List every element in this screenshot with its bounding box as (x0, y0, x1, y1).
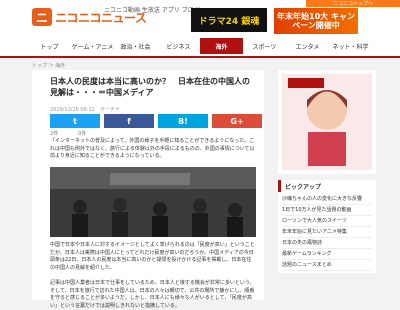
sidebar-ad[interactable] (278, 70, 376, 174)
google-share-button[interactable]: G+ (212, 114, 262, 128)
article: 日本人の民度は本当に高いのか？ 日本在住の中国人の見解は・・・＝中国メディア 2… (32, 70, 264, 309)
pickup-heading: ピックアップ (278, 180, 376, 192)
pickup-item[interactable]: 1日で10万人が見た話題の動画 (282, 205, 372, 216)
nav-tab-top[interactable]: トップ (28, 38, 71, 54)
breadcrumb[interactable]: トップ ＞ 海外 (32, 62, 65, 69)
hatena-share-button[interactable]: B! (158, 114, 208, 128)
article-paragraph: 記事は中国人業者は日本で仕事をしているため、日本人と接する機会が非常に多いという… (50, 280, 255, 309)
nav-tab-world[interactable]: 海外 (200, 38, 243, 54)
share-counts: 2件 0件 (50, 130, 86, 137)
pickup-item[interactable]: 日本の冬の風物詩 (282, 238, 372, 249)
nico-top-link[interactable]: ニコニコトップへ (306, 0, 400, 7)
pickup-item[interactable]: 話題のニュースまとめ (282, 260, 372, 271)
header-banner-left[interactable]: ドラマ24 銀魂 (191, 8, 267, 32)
pickup-item[interactable]: 最新ゲームランキング (282, 249, 372, 260)
pickup-item[interactable]: ローソンで大人気のスイーツ (282, 216, 372, 227)
article-meta: 2019/12/26 06:12 サーチナ (50, 107, 120, 113)
pickup-list: 沙織ちゃんの人の変化に大きな反響 1日で10万人が見た話題の動画 ローソンで大人… (278, 192, 376, 273)
article-title: 日本人の民度は本当に高いのか？ 日本在住の中国人の見解は・・・＝中国メディア (50, 77, 250, 97)
article-paragraph: 中国で日本や日本人に対するイメージとしてよく挙げられるのは「民度が高い」というこ… (50, 242, 255, 271)
share-buttons: t f B! G+ (50, 114, 262, 128)
ad-illustration-icon (278, 70, 376, 174)
twitter-share-button[interactable]: t (50, 114, 100, 128)
logo-mark: ニ (32, 8, 52, 26)
site-menu[interactable]: ニコニコ動画 生放送 アプリ ブログ (104, 5, 200, 14)
nav-tab-politics[interactable]: 政治・社会 (114, 38, 157, 54)
pickup-item[interactable]: 沙織ちゃんの人の変化に大きな反響 (282, 194, 372, 205)
nav-tab-game-anime[interactable]: ゲーム・アニメ (71, 38, 114, 54)
header: ニ ニコニコニュース ニコニコ動画 生放送 アプリ ブログ ドラマ24 銀魂 ニ… (0, 0, 400, 38)
share-count: 2件 (50, 131, 59, 137)
nav-tab-business[interactable]: ビジネス (157, 38, 200, 54)
header-banner-right[interactable]: 年末年始10大 キャンペーン開催中 (274, 8, 358, 34)
article-photo (50, 167, 256, 237)
share-count: 0件 (78, 131, 87, 137)
nav-tab-entertainment[interactable]: エンタメ (286, 38, 329, 54)
category-nav: トップ ゲーム・アニメ 政治・社会 ビジネス 海外 スポーツ エンタメ ネット・… (0, 38, 400, 58)
pickup-item[interactable]: 年末年始に見たいアニメ特集 (282, 227, 372, 238)
sidebar: ピックアップ 沙織ちゃんの人の変化に大きな反響 1日で10万人が見た話題の動画 … (278, 70, 376, 300)
nav-tab-sports[interactable]: スポーツ (243, 38, 286, 54)
facebook-share-button[interactable]: f (104, 114, 154, 128)
crowd-photo-icon (50, 167, 256, 237)
article-paragraph: 「インターネットの普及によって、外国の様子を手軽に知ることができるようになった。… (50, 138, 255, 159)
nav-tab-net-science[interactable]: ネット・科学 (329, 38, 372, 54)
